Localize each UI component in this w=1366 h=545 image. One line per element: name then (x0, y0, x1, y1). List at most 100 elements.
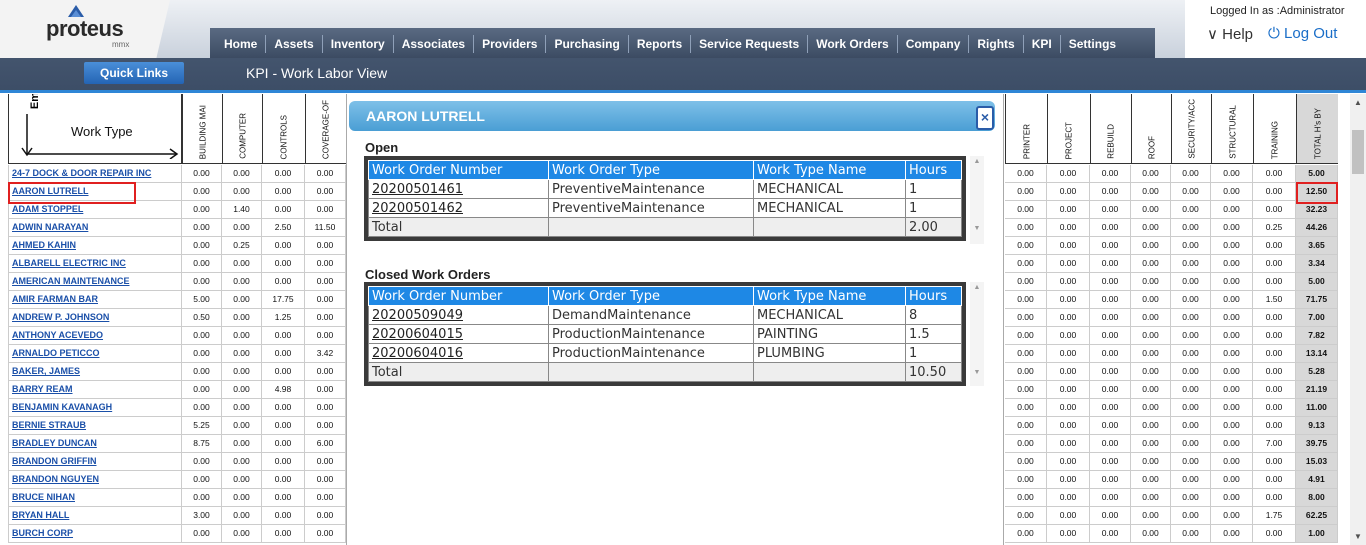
hours-cell: 0.00 (222, 255, 262, 273)
nav-item-providers[interactable]: Providers (474, 35, 547, 53)
row-name-link[interactable]: ARNALDO PETICCO (8, 345, 182, 363)
nav-item-inventory[interactable]: Inventory (323, 35, 394, 53)
hours-cell: 0.00 (262, 273, 305, 291)
hours-cell: 0.00 (1171, 309, 1211, 327)
nav-item-associates[interactable]: Associates (394, 35, 475, 53)
open-table-frame: Work Order Number Work Order Type Work Typ… (364, 156, 966, 241)
column-header: PROJECT (1047, 94, 1090, 164)
nav-item-service-requests[interactable]: Service Requests (691, 35, 809, 53)
nav-item-reports[interactable]: Reports (629, 35, 692, 53)
hours-cell: 0.00 (262, 507, 305, 525)
scroll-down-icon[interactable]: ▼ (970, 369, 984, 376)
hours-cell: 0.00 (1005, 381, 1047, 399)
nav-item-assets[interactable]: Assets (266, 35, 323, 53)
hours-cell: 0.00 (262, 399, 305, 417)
work-order-link[interactable]: 20200501461 (368, 179, 549, 199)
work-order-link[interactable]: 20200604016 (368, 343, 549, 363)
hours-cell: 0.00 (1090, 471, 1131, 489)
quick-links-button[interactable]: Quick Links (84, 62, 184, 84)
nav-item-purchasing[interactable]: Purchasing (546, 35, 629, 53)
close-icon[interactable]: × (976, 106, 994, 130)
hours-cell: 0.00 (1131, 489, 1171, 507)
closed-table-frame: Work Order Number Work Order Type Work Typ… (364, 282, 966, 386)
work-order-link[interactable]: 20200501462 (368, 198, 549, 218)
nav-item-rights[interactable]: Rights (969, 35, 1024, 53)
hours-cell: 0.00 (1253, 489, 1296, 507)
nav-item-kpi[interactable]: KPI (1024, 35, 1061, 53)
row-name-link[interactable]: BRANDON GRIFFIN (8, 453, 182, 471)
hours-cell: 0.00 (1171, 327, 1211, 345)
hours-cell: 0.00 (182, 201, 222, 219)
hours-cell: 0.00 (1253, 399, 1296, 417)
row-name-link[interactable]: BRYAN HALL (8, 507, 182, 525)
total-row: Total 2.00 (368, 217, 962, 237)
hours-cell: 0.00 (305, 165, 346, 183)
scroll-up-icon[interactable]: ▲ (970, 284, 984, 291)
row-name-link[interactable]: BAKER, JAMES (8, 363, 182, 381)
column-header-label: REBUILD (1106, 124, 1116, 159)
nav-item-home[interactable]: Home (216, 35, 267, 53)
scroll-down-icon[interactable]: ▼ (970, 225, 984, 232)
table-cell: DemandMaintenance (548, 305, 754, 325)
hours-cell: 0.00 (1090, 327, 1131, 345)
hours-cell: 0.00 (1047, 381, 1090, 399)
highlight-aaron-lutrell (8, 182, 136, 204)
scroll-down-icon[interactable]: ▼ (1352, 532, 1364, 542)
row-name-link[interactable]: ADWIN NARAYAN (8, 219, 182, 237)
hours-cell: 0.00 (1211, 417, 1253, 435)
hours-cell: 0.00 (182, 399, 222, 417)
row-name-link[interactable]: 24-7 DOCK & DOOR REPAIR INC (8, 165, 182, 183)
hours-cell: 0.00 (1253, 471, 1296, 489)
row-name-link[interactable]: AMIR FARMAN BAR (8, 291, 182, 309)
hours-cell: 0.00 (1005, 291, 1047, 309)
column-header: Hours (905, 286, 962, 306)
hours-cell: 0.00 (222, 327, 262, 345)
work-order-link[interactable]: 20200604015 (368, 324, 549, 344)
hours-cell: 0.00 (1211, 489, 1253, 507)
scroll-up-icon[interactable]: ▲ (970, 158, 984, 165)
column-header: PRINTER (1005, 94, 1047, 164)
hours-cell: 1.40 (222, 201, 262, 219)
table-header-row: Work Order Number Work Order Type Work Typ… (368, 286, 962, 306)
hours-cell: 0.00 (1171, 291, 1211, 309)
total-hours-cell: 15.03 (1296, 453, 1338, 471)
closed-table-scrollbar[interactable]: ▲ ▼ (970, 282, 984, 386)
hours-cell: 0.00 (305, 201, 346, 219)
work-order-link[interactable]: 20200509049 (368, 305, 549, 325)
row-name-link[interactable]: BRADLEY DUNCAN (8, 435, 182, 453)
column-header: TOTAL H's BY (1296, 94, 1338, 164)
open-table-scrollbar[interactable]: ▲ ▼ (970, 156, 984, 244)
column-header-label: COMPUTER (238, 113, 247, 159)
logout-link[interactable]: ⏻ Log Out (1268, 25, 1337, 42)
hours-cell: 0.00 (1171, 237, 1211, 255)
nav-item-company[interactable]: Company (898, 35, 970, 53)
total-cell: Total (368, 217, 549, 237)
nav-item-settings[interactable]: Settings (1061, 35, 1124, 53)
hours-cell: 0.00 (182, 345, 222, 363)
row-name-link[interactable]: ANDREW P. JOHNSON (8, 309, 182, 327)
hours-cell: 0.00 (1090, 237, 1131, 255)
row-name-link[interactable]: BENJAMIN KAVANAGH (8, 399, 182, 417)
row-name-link[interactable]: BRANDON NGUYEN (8, 471, 182, 489)
hours-cell: 0.00 (1047, 345, 1090, 363)
row-name-link[interactable]: BERNIE STRAUB (8, 417, 182, 435)
nav-item-work-orders[interactable]: Work Orders (808, 35, 898, 53)
row-name-link[interactable]: AHMED KAHIN (8, 237, 182, 255)
help-link[interactable]: ∨ Help (1207, 25, 1253, 43)
row-name-link[interactable]: BURCH CORP (8, 525, 182, 543)
row-name-link[interactable]: BARRY REAM (8, 381, 182, 399)
row-name-link[interactable]: ALBARELL ELECTRIC INC (8, 255, 182, 273)
column-header: Work Order Number (368, 286, 549, 306)
hours-cell: 0.00 (1211, 237, 1253, 255)
hours-cell: 1.50 (1253, 291, 1296, 309)
row-name-link[interactable]: BRUCE NIHAN (8, 489, 182, 507)
logo-text[interactable]: proteus (46, 16, 124, 42)
total-cell (548, 217, 754, 237)
hours-cell: 0.00 (222, 453, 262, 471)
total-hours-cell: 9.13 (1296, 417, 1338, 435)
row-name-link[interactable]: ANTHONY ACEVEDO (8, 327, 182, 345)
scroll-up-icon[interactable]: ▲ (1352, 98, 1364, 108)
scroll-thumb[interactable] (1352, 130, 1364, 174)
hours-cell: 0.00 (182, 525, 222, 543)
row-name-link[interactable]: AMERICAN MAINTENANCE (8, 273, 182, 291)
